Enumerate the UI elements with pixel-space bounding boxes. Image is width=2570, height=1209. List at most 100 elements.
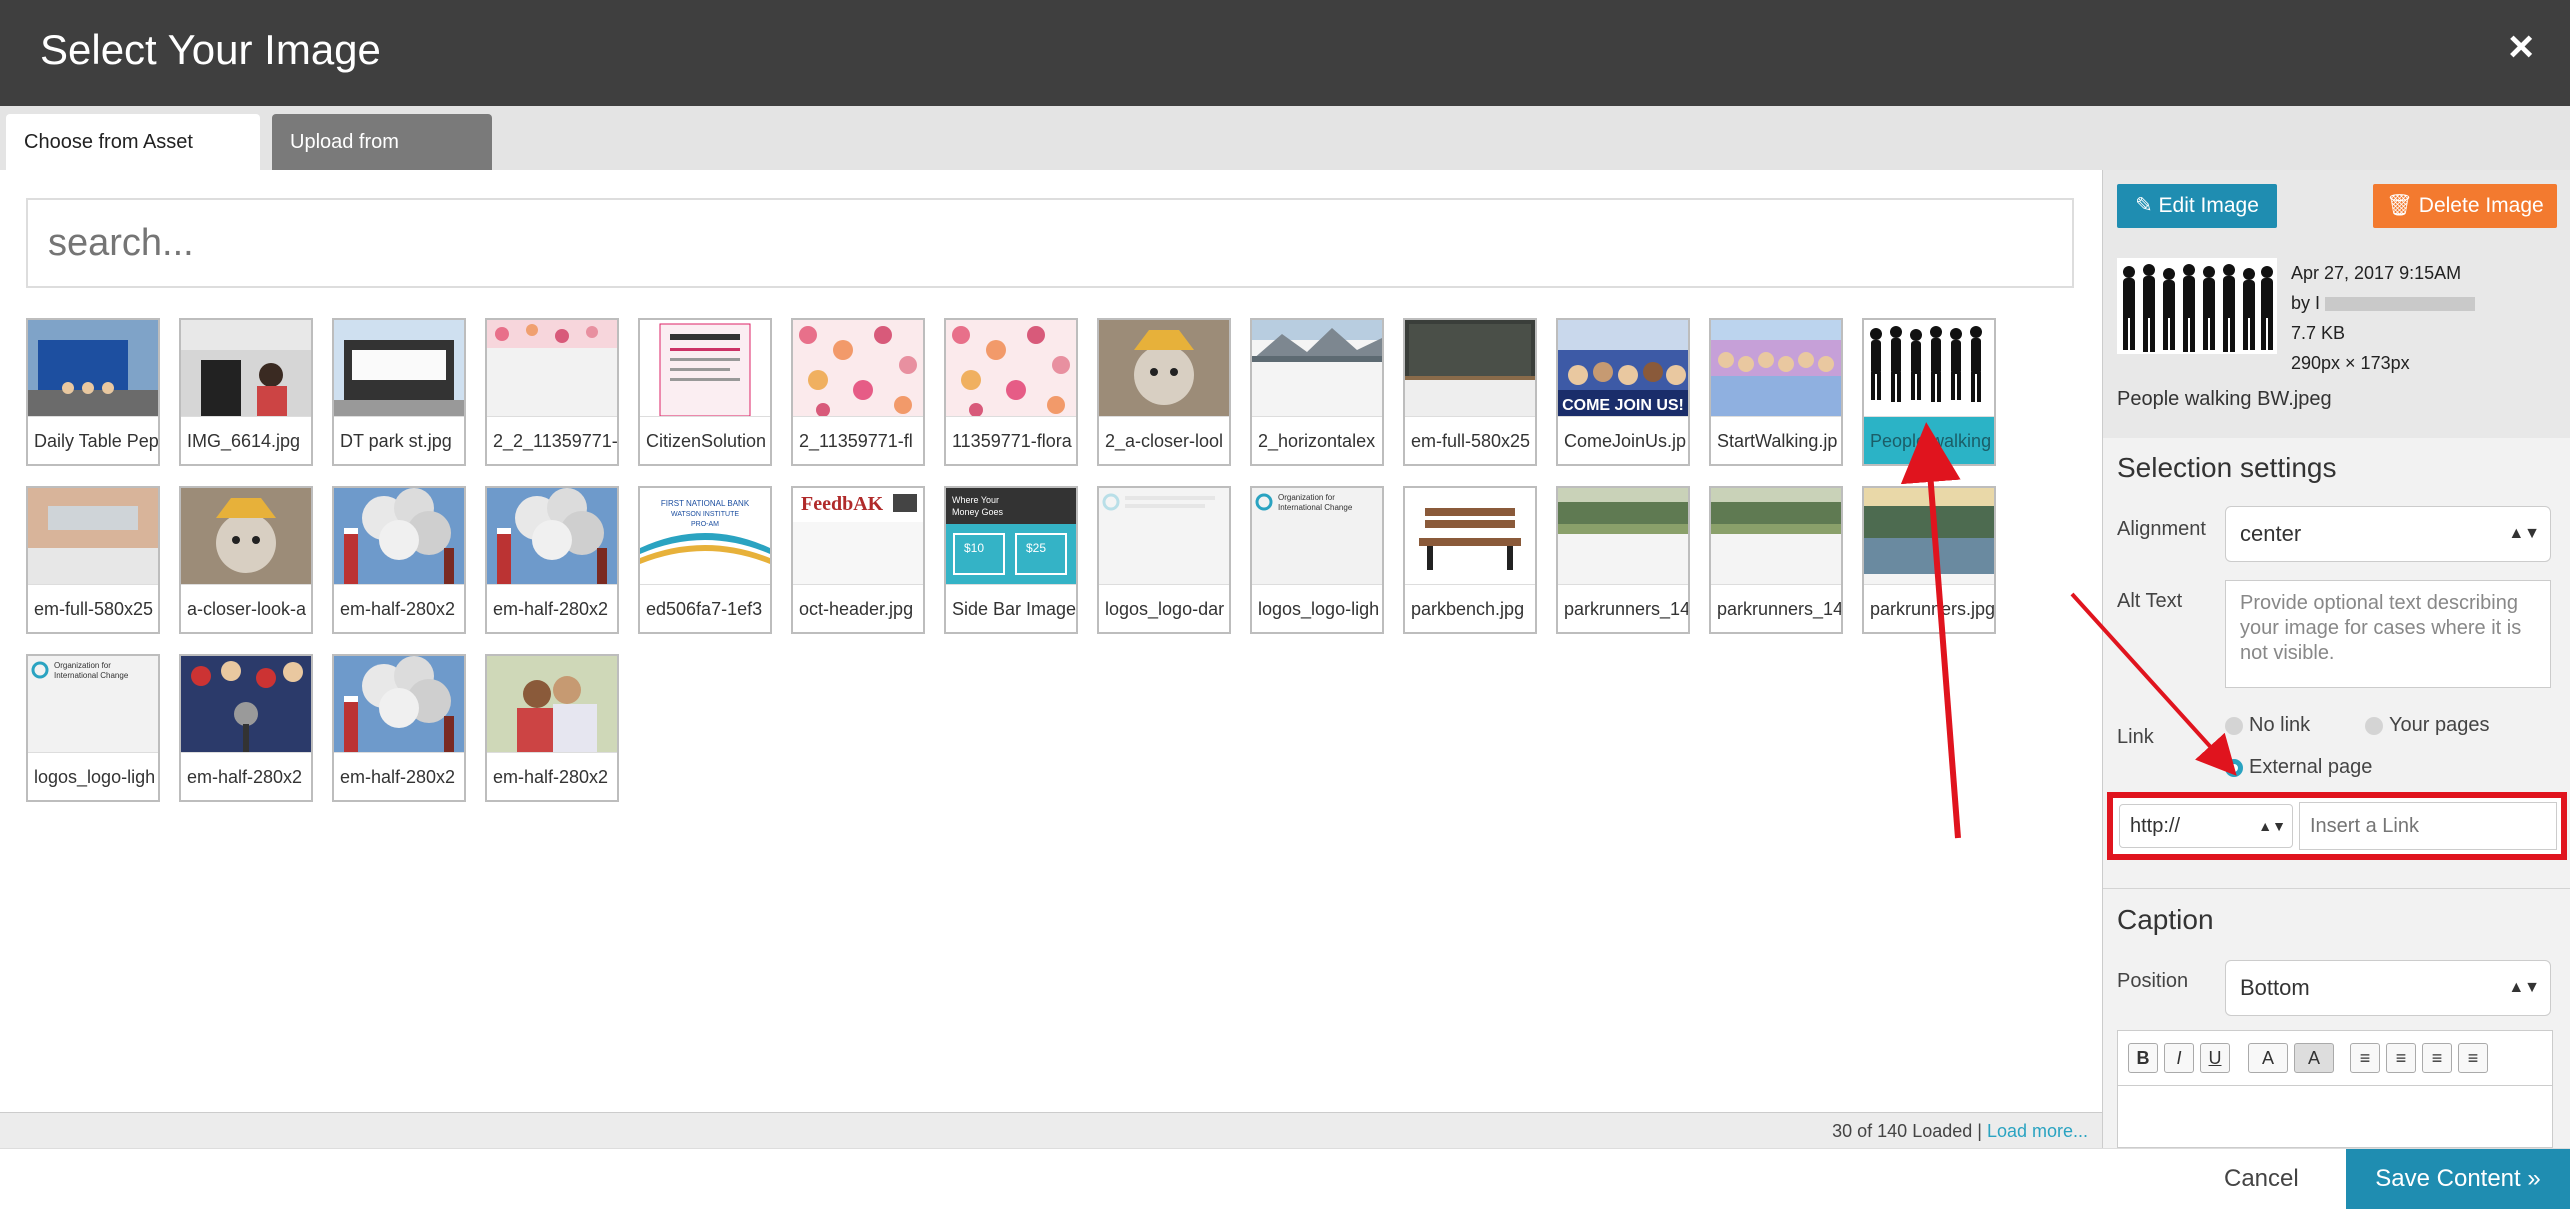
alt-text-field[interactable]: Provide optional text describing your im…: [2225, 580, 2551, 688]
external-link-highlight: http:// ▲▼: [2107, 792, 2567, 860]
background-color-button[interactable]: A: [2294, 1043, 2334, 1073]
asset-caption: em-half-280x2: [334, 584, 464, 632]
italic-button[interactable]: I: [2164, 1043, 2194, 1073]
cancel-button[interactable]: Cancel: [2224, 1165, 2299, 1193]
asset-thumbnail[interactable]: Daily Table Pep: [26, 318, 160, 466]
asset-image: [181, 656, 311, 752]
asset-thumbnail[interactable]: em-half-280x2: [179, 654, 313, 802]
tab-asset-library[interactable]: Choose from Asset Library: [6, 114, 260, 209]
text-color-button[interactable]: A: [2248, 1043, 2288, 1073]
delete-image-button[interactable]: 🗑 Delete Image: [2373, 184, 2557, 228]
align-justify-button[interactable]: ≡: [2458, 1043, 2488, 1073]
asset-thumbnail[interactable]: em-half-280x2: [485, 486, 619, 634]
loaded-count: 30 of 140 Loaded |: [1832, 1121, 1987, 1141]
select-arrows-icon: ▲▼: [2508, 979, 2540, 996]
asset-thumbnail[interactable]: 2_horizontalex: [1250, 318, 1384, 466]
asset-thumbnail[interactable]: People walking: [1862, 318, 1996, 466]
silhouettes-preview: [2123, 264, 2273, 352]
asset-image: [1558, 488, 1688, 584]
asset-thumbnail[interactable]: 2_a-closer-lool: [1097, 318, 1231, 466]
save-content-button[interactable]: Save Content »: [2346, 1149, 2570, 1209]
svg-text:FeedbAK: FeedbAK: [801, 493, 884, 515]
asset-image: [793, 320, 923, 416]
radio-external-page[interactable]: External page: [2225, 756, 2372, 779]
asset-thumbnail[interactable]: parkrunners_14: [1556, 486, 1690, 634]
svg-text:PRO-AM: PRO-AM: [691, 521, 719, 528]
asset-caption: parkrunners_14: [1558, 584, 1688, 632]
asset-image: [28, 488, 158, 584]
tab-upload-from-computer[interactable]: Upload from Computer: [272, 114, 492, 209]
align-left-button[interactable]: ≡: [2350, 1043, 2380, 1073]
asset-image: COME JOIN US!: [1558, 320, 1688, 416]
alignment-label: Alignment: [2117, 518, 2206, 540]
radio-your-pages[interactable]: Your pages: [2365, 714, 2489, 737]
asset-caption: parkrunners_14: [1711, 584, 1841, 632]
image-details: ✎ Edit Image 🗑 Delete Image Apr 27, 2017…: [2103, 170, 2570, 438]
asset-image: [334, 488, 464, 584]
protocol-select[interactable]: http:// ▲▼: [2119, 804, 2293, 848]
asset-thumbnail[interactable]: DT park st.jpg: [332, 318, 466, 466]
asset-thumbnail[interactable]: Organization for International Change logo…: [26, 654, 160, 802]
asset-image: Organization for International Change: [28, 656, 158, 752]
section-divider: [2103, 888, 2570, 889]
asset-image: [1864, 320, 1994, 416]
svg-text:Where Your: Where Your: [952, 495, 999, 505]
asset-thumbnail[interactable]: 2_11359771-fl: [791, 318, 925, 466]
caption-text-editor[interactable]: [2117, 1086, 2553, 1148]
asset-thumbnail[interactable]: em-full-580x25: [1403, 318, 1537, 466]
asset-image: [334, 656, 464, 752]
asset-thumbnail[interactable]: Organization for International Change logo…: [1250, 486, 1384, 634]
radio-circle-checked: [2225, 758, 2243, 777]
asset-thumbnail[interactable]: em-half-280x2: [332, 486, 466, 634]
caption-position-select[interactable]: Bottom ▲▼: [2225, 960, 2551, 1016]
asset-caption: oct-header.jpg: [793, 584, 923, 632]
asset-thumbnail[interactable]: parkrunners.jpg: [1862, 486, 1996, 634]
alignment-select[interactable]: center ▲▼: [2225, 506, 2551, 562]
asset-thumbnail[interactable]: logos_logo-dar: [1097, 486, 1231, 634]
asset-caption: logos_logo-dar: [1099, 584, 1229, 632]
asset-thumbnail[interactable]: COME JOIN US! ComeJoinUs.jp: [1556, 318, 1690, 466]
asset-caption: 2_11359771-fl: [793, 416, 923, 464]
underline-button[interactable]: U: [2200, 1043, 2230, 1073]
asset-thumbnail[interactable]: CitizenSolution: [638, 318, 772, 466]
align-right-button[interactable]: ≡: [2422, 1043, 2452, 1073]
dialog-header: Select Your Image ×: [0, 0, 2570, 106]
asset-image: [1099, 320, 1229, 416]
asset-thumbnail[interactable]: a-closer-look-a: [179, 486, 313, 634]
asset-thumbnail[interactable]: IMG_6614.jpg: [179, 318, 313, 466]
image-filename: People walking BW.jpeg: [2117, 388, 2332, 410]
asset-thumbnail[interactable]: em-half-280x2: [485, 654, 619, 802]
asset-thumbnail[interactable]: parkbench.jpg: [1403, 486, 1537, 634]
svg-text:FIRST NATIONAL BANK: FIRST NATIONAL BANK: [661, 499, 750, 508]
asset-thumbnail[interactable]: 11359771-flora: [944, 318, 1078, 466]
bold-button[interactable]: B: [2128, 1043, 2158, 1073]
search-input[interactable]: [26, 198, 2074, 288]
svg-text:$10: $10: [964, 541, 984, 555]
asset-image: Organization for International Change: [1252, 488, 1382, 584]
svg-text:$25: $25: [1026, 541, 1046, 555]
asset-image: [181, 320, 311, 416]
asset-thumbnail[interactable]: parkrunners_14: [1709, 486, 1843, 634]
asset-caption: 2_horizontalex: [1252, 416, 1382, 464]
asset-image: [1711, 320, 1841, 416]
align-center-button[interactable]: ≡: [2386, 1043, 2416, 1073]
close-icon[interactable]: ×: [2508, 22, 2534, 72]
asset-thumbnail[interactable]: FeedbAK oct-header.jpg: [791, 486, 925, 634]
asset-image: [487, 488, 617, 584]
asset-image: [640, 320, 770, 416]
edit-image-button[interactable]: ✎ Edit Image: [2117, 184, 2277, 228]
asset-image: [487, 320, 617, 416]
asset-thumbnail[interactable]: StartWalking.jp: [1709, 318, 1843, 466]
asset-thumbnail[interactable]: FIRST NATIONAL BANK WATSON INSTITUTE PRO-A…: [638, 486, 772, 634]
asset-thumbnail[interactable]: Where Your Money Goes $10 $25 Side Bar Image: [944, 486, 1078, 634]
uploaded-by: by I: [2291, 288, 2476, 318]
svg-text:International Change: International Change: [54, 671, 129, 680]
radio-no-link[interactable]: No link: [2225, 714, 2310, 737]
asset-thumbnail[interactable]: em-half-280x2: [332, 654, 466, 802]
asset-thumbnail[interactable]: em-full-580x25: [26, 486, 160, 634]
load-more-link[interactable]: Load more...: [1987, 1121, 2088, 1141]
link-url-input[interactable]: [2299, 802, 2557, 850]
asset-thumbnail[interactable]: 2_2_11359771-: [485, 318, 619, 466]
asset-caption: em-half-280x2: [487, 584, 617, 632]
svg-text:COME JOIN US!: COME JOIN US!: [1562, 397, 1684, 414]
